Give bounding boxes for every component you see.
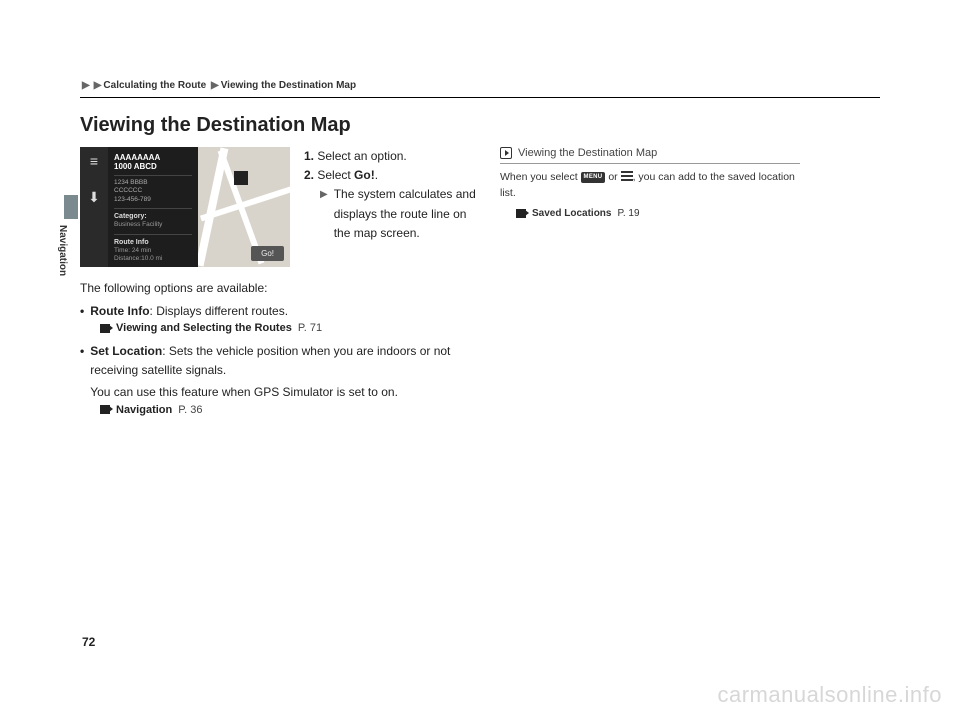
- divider: [80, 97, 880, 98]
- info-text-mid: or: [605, 171, 620, 183]
- info-text-pre: When you select: [500, 171, 581, 183]
- step-text-post: .: [375, 168, 378, 182]
- nav-screenshot-panel: AAAAAAAA 1000 ABCD 1234 BBBB CCCCCC 123-…: [108, 147, 198, 267]
- breadcrumb-level1: Calculating the Route: [103, 80, 206, 91]
- steps-list: 1. Select an option. 2. Select Go!. ▶ Th…: [304, 147, 480, 267]
- xref-page: P. 71: [298, 322, 322, 334]
- bullet-line2: You can use this feature when GPS Simula…: [90, 383, 480, 402]
- step-text-bold: Go!: [354, 168, 375, 182]
- side-tab: [64, 195, 78, 219]
- arrow-down-icon: ⬇: [88, 189, 100, 206]
- bullet-set-location: • Set Location: Sets the vehicle positio…: [80, 342, 480, 402]
- destination-flag-icon: [234, 171, 248, 185]
- xref-page: P. 19: [617, 206, 639, 221]
- step-2-sub: ▶ The system calculates and displays the…: [304, 185, 480, 243]
- xref-title: Saved Locations: [532, 206, 611, 221]
- chevron-right-icon: ▶: [82, 80, 90, 91]
- step-1: 1. Select an option.: [304, 147, 480, 166]
- info-column: Viewing the Destination Map When you sel…: [500, 147, 800, 416]
- dest-title: AAAAAAAA: [114, 153, 192, 162]
- breadcrumb-level2: Viewing the Destination Map: [221, 80, 356, 91]
- page-number: 72: [82, 635, 95, 649]
- main-column: ≡ ⬇ AAAAAAAA 1000 ABCD 1234 BBBB CCCCCC …: [80, 147, 480, 416]
- routeinfo-distance: Distance:10.0 mi: [114, 255, 192, 263]
- xref-page: P. 36: [178, 404, 202, 416]
- addr-line: 1234 BBBB: [114, 179, 192, 187]
- bullet-dot-icon: •: [80, 342, 84, 402]
- xref-navigation: Navigation P. 36: [80, 404, 480, 416]
- dest-address: 1234 BBBB CCCCCC 123-456-789: [114, 175, 192, 204]
- triangle-bullet-icon: ▶: [320, 187, 328, 243]
- step-number: 2.: [304, 168, 314, 182]
- dest-subtitle: 1000 ABCD: [114, 162, 192, 171]
- info-header: Viewing the Destination Map: [500, 147, 800, 159]
- chevron-right-icon: ▶: [211, 80, 219, 91]
- dest-routeinfo: Route Info Time: 24 min Distance:10.0 mi: [114, 234, 192, 264]
- go-button[interactable]: Go!: [251, 246, 284, 261]
- xref-icon: [100, 405, 110, 414]
- step-text-pre: Select: [317, 168, 354, 182]
- page-title: Viewing the Destination Map: [80, 114, 880, 137]
- hamburger-icon: ≡: [90, 153, 98, 169]
- options-intro: The following options are available:: [80, 279, 480, 298]
- xref-viewing-routes: Viewing and Selecting the Routes P. 71: [80, 322, 480, 334]
- nav-screenshot-map: Go!: [198, 147, 290, 267]
- page-content: ▶▶Calculating the Route ▶Viewing the Des…: [80, 80, 880, 416]
- bullet-dot-icon: •: [80, 302, 84, 321]
- step-number: 1.: [304, 149, 314, 163]
- watermark: carmanualsonline.info: [717, 682, 942, 708]
- hamburger-icon: [621, 171, 633, 183]
- xref-icon: [100, 324, 110, 333]
- xref-icon: [516, 209, 526, 218]
- xref-title: Viewing and Selecting the Routes: [116, 322, 292, 334]
- bullet-bold: Set Location: [90, 344, 162, 358]
- breadcrumb: ▶▶Calculating the Route ▶Viewing the Des…: [80, 80, 880, 91]
- routeinfo-label: Route Info: [114, 238, 192, 247]
- info-play-icon: [500, 147, 512, 159]
- nav-screenshot: ≡ ⬇ AAAAAAAA 1000 ABCD 1234 BBBB CCCCCC …: [80, 147, 290, 267]
- category-value: Business Facility: [114, 221, 192, 229]
- menu-badge-icon: MENU: [581, 172, 606, 183]
- dest-category: Category: Business Facility: [114, 208, 192, 230]
- step-sub-text: The system calculates and displays the r…: [334, 185, 480, 243]
- bullet-route-info: • Route Info: Displays different routes.: [80, 302, 480, 321]
- step-text: Select an option.: [317, 149, 406, 163]
- nav-screenshot-sidebar: ≡ ⬇: [80, 147, 108, 267]
- info-header-text: Viewing the Destination Map: [518, 147, 657, 159]
- xref-saved-locations: Saved Locations P. 19: [500, 206, 800, 221]
- addr-line: CCCCCC: [114, 187, 192, 195]
- category-label: Category:: [114, 212, 192, 221]
- bullet-bold: Route Info: [90, 304, 149, 318]
- info-box: When you select MENU or , you can add to…: [500, 163, 800, 221]
- bullet-rest: : Displays different routes.: [150, 304, 289, 318]
- chevron-right-icon: ▶: [94, 80, 102, 91]
- addr-line: 123-456-789: [114, 196, 192, 204]
- routeinfo-time: Time: 24 min: [114, 247, 192, 255]
- side-section-label: Navigation: [57, 225, 68, 276]
- step-2: 2. Select Go!.: [304, 166, 480, 185]
- xref-title: Navigation: [116, 404, 172, 416]
